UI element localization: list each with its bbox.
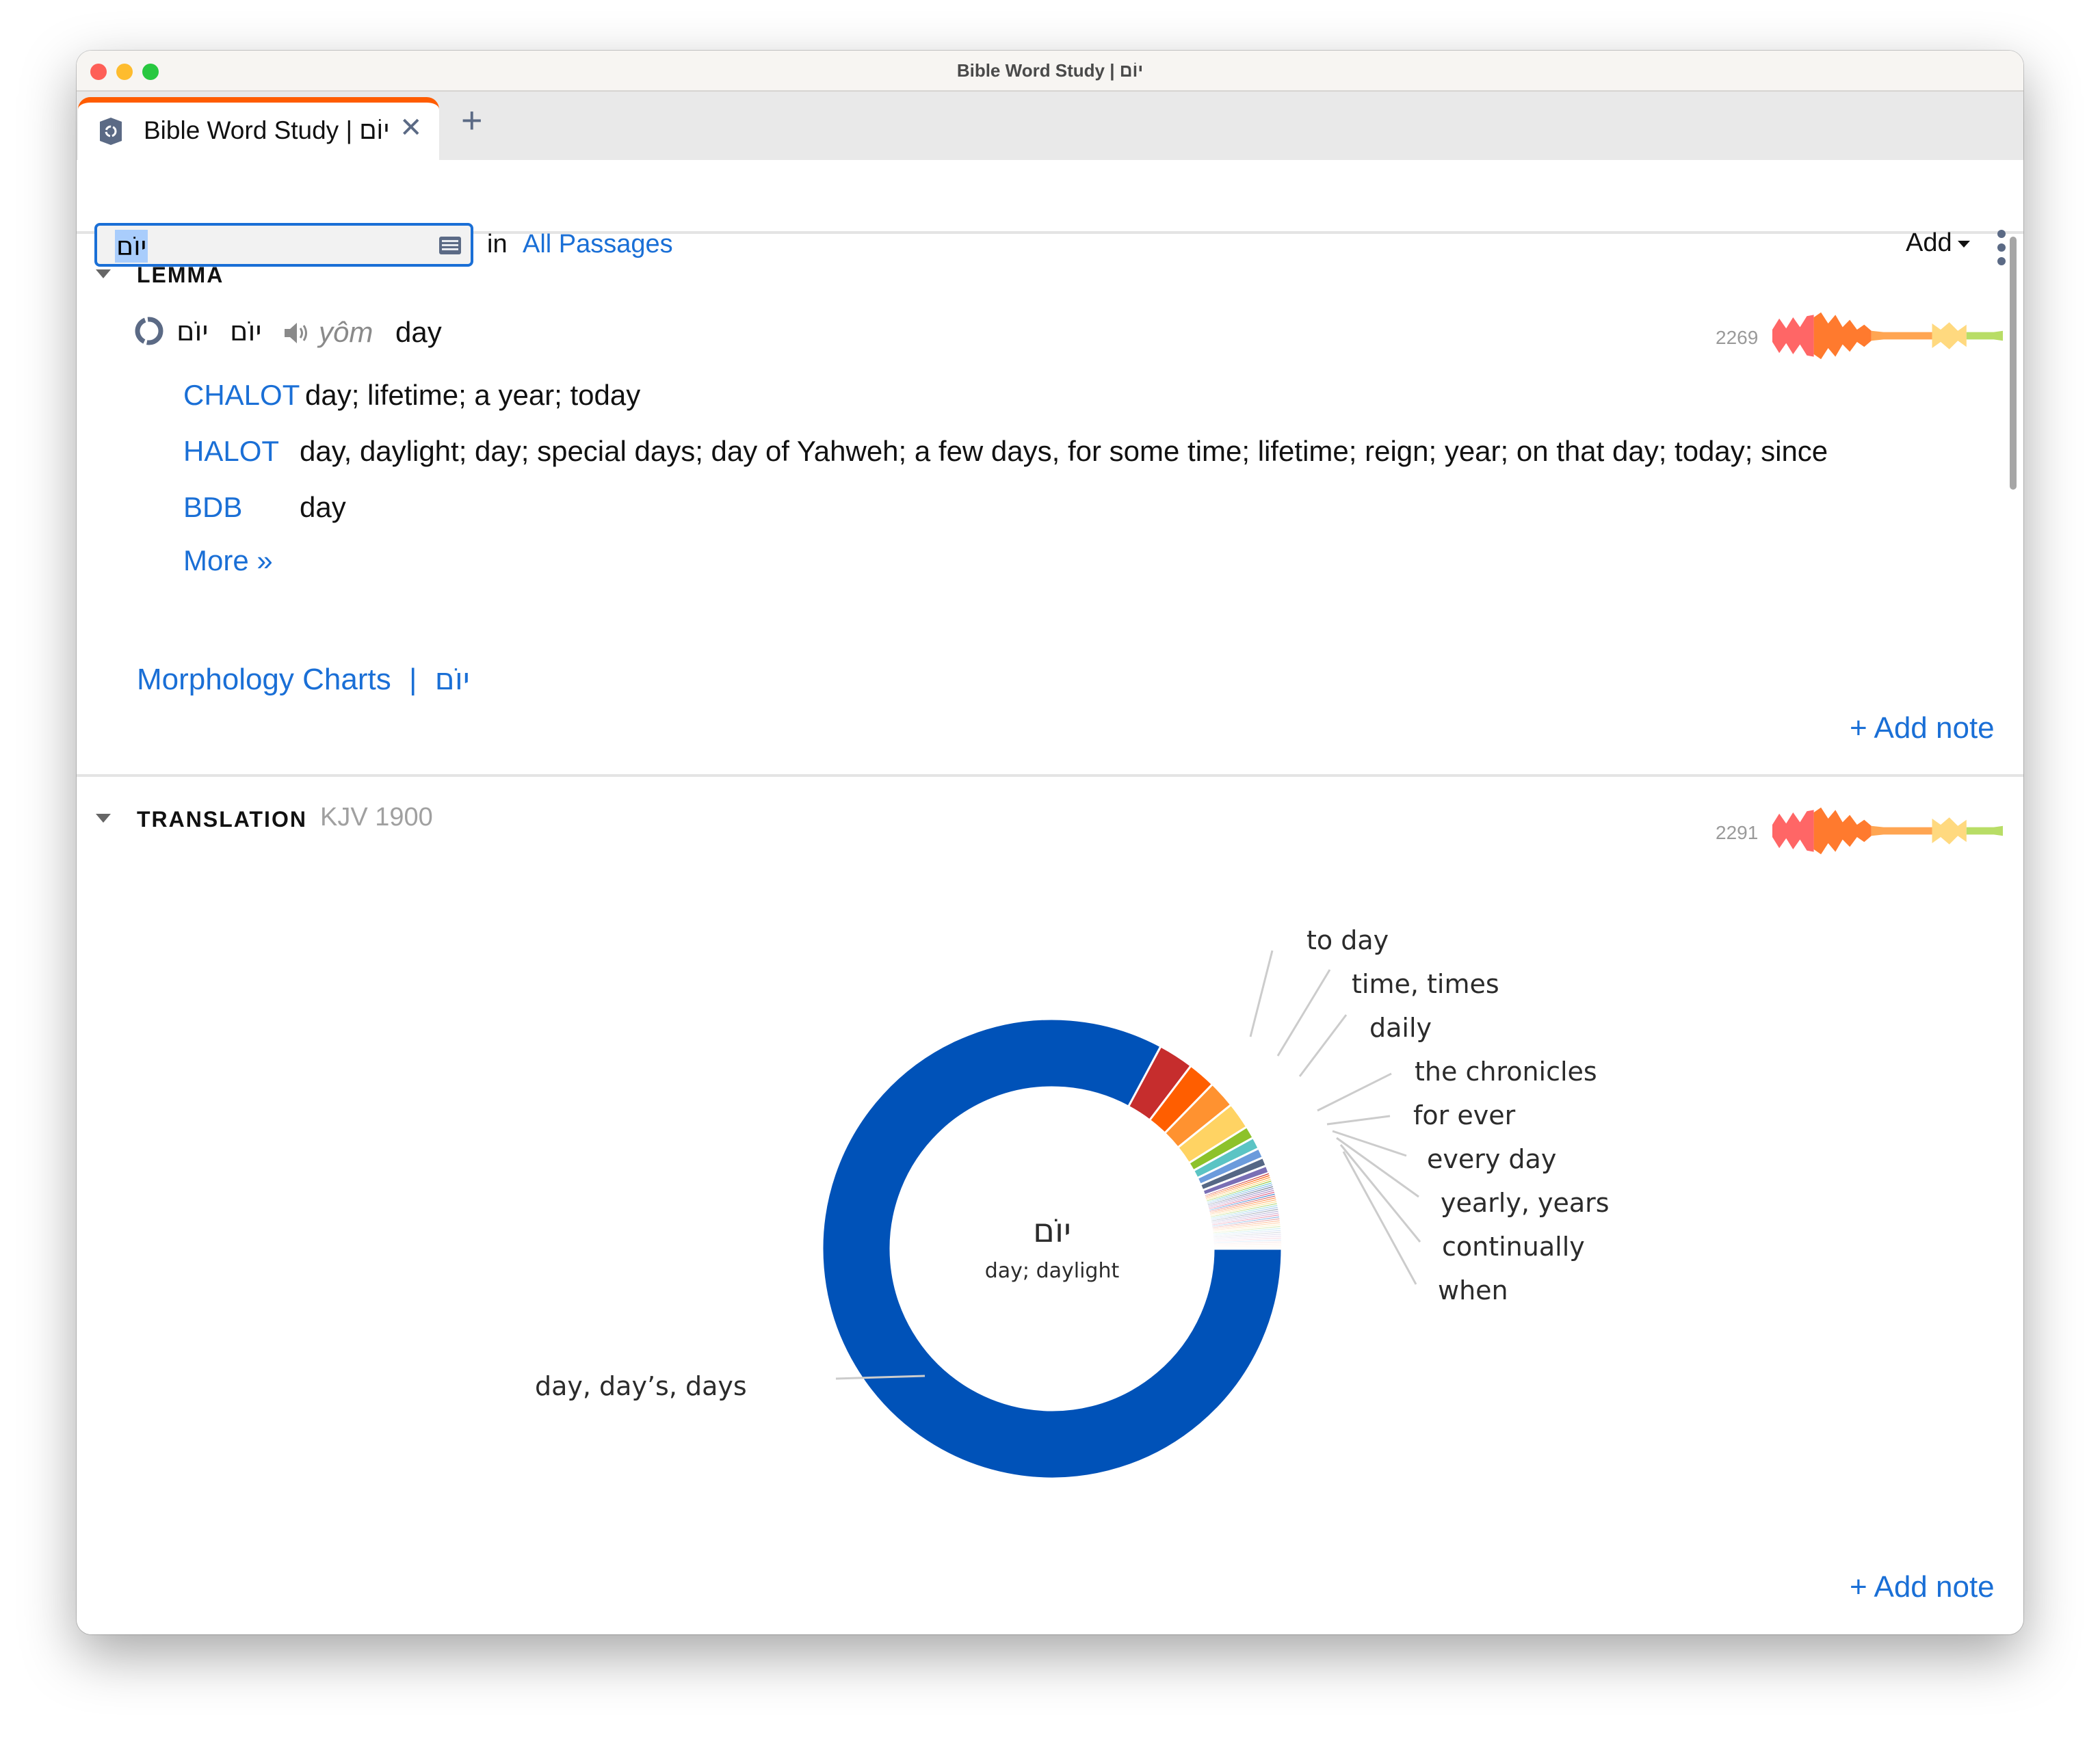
donut-label[interactable]: to day [1307, 925, 1389, 955]
morphology-charts-link[interactable]: Morphology Charts | יוֹם [137, 662, 470, 697]
tab-label: Bible Word Study | יוֹם [144, 116, 390, 144]
translation-donut-chart: day, day’s, days to day time, times daily th… [535, 925, 1610, 1480]
frequency-segment [1966, 330, 2003, 341]
leader-line [1276, 969, 1331, 1057]
more-lexicons-link[interactable]: More » [183, 544, 273, 577]
separator: | [408, 663, 417, 696]
donut-label[interactable]: daily [1369, 1013, 1432, 1043]
window-title: Bible Word Study | יוֹם [956, 60, 1144, 81]
frequency-segment [1871, 330, 1932, 341]
donut-label[interactable]: day, day’s, days [535, 1371, 747, 1401]
lexicon-definition: day; lifetime; a year; today [305, 379, 641, 411]
translation-section-title: TRANSLATION [137, 807, 307, 832]
scope-selector[interactable]: All Passages [523, 230, 673, 259]
donut-label[interactable]: yearly, years [1441, 1188, 1610, 1218]
scrollbar[interactable] [2010, 237, 2017, 490]
lemma-count: 2269 [1716, 327, 1759, 348]
donut-label[interactable]: every day [1427, 1144, 1556, 1174]
collapse-lemma-icon[interactable] [96, 269, 111, 278]
tab-bible-word-study[interactable]: Bible Word Study | יוֹם ✕ [78, 97, 439, 160]
keyboard-icon[interactable] [439, 237, 461, 254]
donut-slice-minor[interactable] [1213, 1246, 1283, 1249]
lemma-frequency-graph[interactable] [1770, 312, 2003, 360]
in-label: in [487, 230, 508, 258]
new-tab-button[interactable]: + [461, 100, 483, 141]
tab-strip: Bible Word Study | יוֹם ✕ + [77, 92, 2023, 160]
morphology-label: Morphology Charts [137, 663, 391, 696]
title-bar: Bible Word Study | יוֹם [77, 51, 2023, 92]
close-tab-icon[interactable]: ✕ [399, 112, 423, 144]
caret-down-icon [1957, 240, 1970, 248]
lemma-icon[interactable] [134, 316, 164, 346]
add-menu-button[interactable]: Add [1906, 228, 1970, 258]
frequency-segment [1813, 312, 1872, 360]
lexicon-definition: day, daylight; day; special days; day of… [300, 435, 1828, 467]
lexicon-link-chalot[interactable]: CHALOT [183, 379, 300, 412]
lemma-hebrew[interactable]: יוֹם [176, 316, 208, 347]
lemma-hebrew-form: יוֹם [230, 316, 262, 347]
translation-version[interactable]: KJV 1900 [320, 803, 433, 832]
frequency-segment [1772, 315, 1814, 357]
search-input[interactable]: יוֹם [94, 223, 473, 267]
section-divider [77, 774, 2023, 777]
donut-label[interactable]: for ever [1413, 1100, 1516, 1130]
lemma-section-title: LEMMA [137, 263, 224, 287]
app-window: Bible Word Study | יוֹם Bible Word Study… [77, 51, 2023, 1634]
donut-label[interactable]: the chronicles [1415, 1057, 1597, 1087]
leader-line [1342, 1151, 1417, 1285]
lemma-add-note-button[interactable]: + Add note [1850, 711, 1995, 745]
leader-line [1298, 1014, 1348, 1077]
more-options-icon[interactable] [1996, 230, 2007, 265]
leader-line [1339, 1144, 1421, 1243]
donut-label[interactable]: when [1438, 1275, 1508, 1305]
collapse-translation-icon[interactable] [96, 814, 111, 823]
word-study-icon [100, 118, 122, 145]
translation-add-note-button[interactable]: + Add note [1850, 1570, 1995, 1604]
morphology-word: יוֹם [434, 662, 470, 697]
leader-line [1249, 950, 1274, 1037]
lexicon-link-halot[interactable]: HALOT [183, 435, 279, 468]
donut-label[interactable]: continually [1442, 1232, 1585, 1262]
leader-line [1326, 1115, 1391, 1126]
lemma-gloss: day [395, 316, 442, 348]
lexicon-link-bdb[interactable]: BDB [183, 491, 242, 524]
speaker-icon[interactable] [283, 321, 311, 345]
center-gloss: day; daylight [985, 1259, 1120, 1283]
frequency-segment [1932, 322, 1967, 349]
search-value: יוֹם [115, 230, 148, 263]
transliteration: yôm [319, 316, 373, 348]
center-hebrew: יוֹם [1033, 1212, 1071, 1250]
donut-label[interactable]: time, times [1352, 969, 1499, 999]
leader-line [1317, 1072, 1392, 1112]
lexicon-definition: day [300, 491, 346, 523]
add-label: Add [1906, 228, 1952, 257]
